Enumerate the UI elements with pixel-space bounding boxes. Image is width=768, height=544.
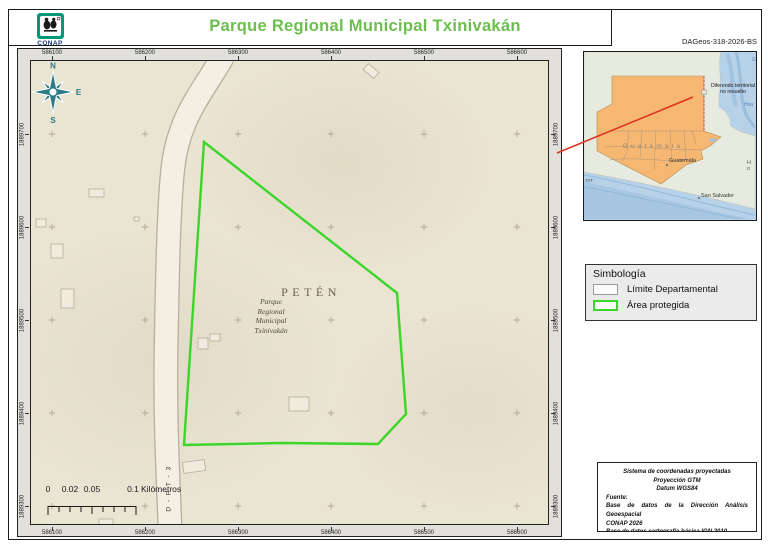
inset-locator-map: Diferendo territorial no resuelto Guatem… [583, 51, 757, 221]
compass-n-label: N [50, 62, 56, 71]
tick-mark [52, 527, 53, 531]
scale-ruler [47, 506, 137, 515]
legend-item-label: Límite Departamental [627, 284, 718, 295]
tick-mark [145, 56, 146, 60]
compass-rose: N E S O [31, 62, 82, 125]
tick-mark [25, 413, 29, 414]
park-name-label: Parque Regional Municipal Txinivakán [229, 297, 313, 335]
conap-logo-label: CONAP [37, 40, 63, 47]
tick-mark [551, 320, 555, 321]
tick-mark [331, 527, 332, 531]
tick-mark [517, 527, 518, 531]
disputed-territory-note: Diferendo territorial no resuelto [710, 83, 756, 96]
tick-mark [551, 506, 555, 507]
country-label: Guatemala [622, 143, 684, 150]
park-name-line: Municipal [255, 316, 287, 326]
legend-title: Simbología [593, 268, 646, 280]
tick-mark [424, 527, 425, 531]
grid-zone-label: 72T [585, 178, 593, 183]
sea-label-fragment: G [752, 57, 756, 63]
tick-mark [25, 506, 29, 507]
credits-line: Datum WGS84 [656, 486, 698, 493]
park-name-line: Regional [257, 306, 285, 316]
credits-line: CONAP 2026 [606, 520, 643, 527]
tick-mark [238, 527, 239, 531]
conap-logo-pictogram [40, 16, 61, 36]
tick-mark [551, 134, 555, 135]
conap-logo-icon [37, 13, 64, 39]
conap-logo: CONAP [36, 13, 64, 53]
tick-mark [424, 56, 425, 60]
tick-mark [145, 527, 146, 531]
map-frame: N E S O PETÉN Parque Regional Municipal … [17, 48, 562, 537]
legend-item-limite-departamental: Límite Departamental [593, 284, 749, 295]
legend-item-area-protegida: Área protegida [593, 300, 749, 311]
legend-item-label: Área protegida [627, 300, 690, 311]
tick-mark [238, 56, 239, 60]
document-code: DAGeos-318-2026-BS [681, 37, 757, 46]
capital-city-label: Guatemala [669, 158, 696, 164]
tick-mark [331, 56, 332, 60]
credits-line: Sistema de coordenadas proyectadas [623, 469, 731, 475]
tick-mark [52, 56, 53, 60]
scalebar-value: 0.05 [83, 484, 101, 494]
department-boundary-swatch [593, 284, 618, 295]
tick-mark [551, 227, 555, 228]
tick-mark [25, 227, 29, 228]
sea-label-fragment: Hou [744, 102, 754, 108]
san-salvador-label: San Salvador [701, 193, 735, 199]
credits-box: Sistema de coordenadas proyectadas Proye… [597, 462, 757, 532]
tick-mark [517, 56, 518, 60]
legend: Simbología Límite Departamental Área pro… [585, 264, 757, 321]
tick-mark [551, 413, 555, 414]
tick-mark [25, 320, 29, 321]
scalebar-unit: Kilómetros [141, 484, 182, 494]
credits-line: Base de datos cartografía básica IGN 201… [606, 528, 748, 531]
compass-e-label: E [76, 88, 82, 97]
credits-line: Fuente: [606, 494, 628, 501]
map-canvas: N E S O PETÉN Parque Regional Municipal … [30, 60, 549, 525]
map-sheet: CONAP Parque Regional Municipal Txinivak… [0, 0, 768, 544]
page-title: Parque Regional Municipal Txinivakán [209, 17, 521, 35]
credits-line: Base de datos de la Dirección Análisis G… [606, 503, 748, 518]
park-name-line: Txinivakán [254, 325, 288, 335]
honduras-label-fragment: H o [747, 160, 753, 172]
tick-mark [25, 134, 29, 135]
credits-line: Proyección GTM [653, 477, 701, 484]
title-bar: CONAP Parque Regional Municipal Txinivak… [8, 9, 612, 47]
protected-area-swatch [593, 300, 618, 311]
park-name-line: Parque [260, 297, 282, 306]
compass-s-label: S [50, 116, 56, 125]
